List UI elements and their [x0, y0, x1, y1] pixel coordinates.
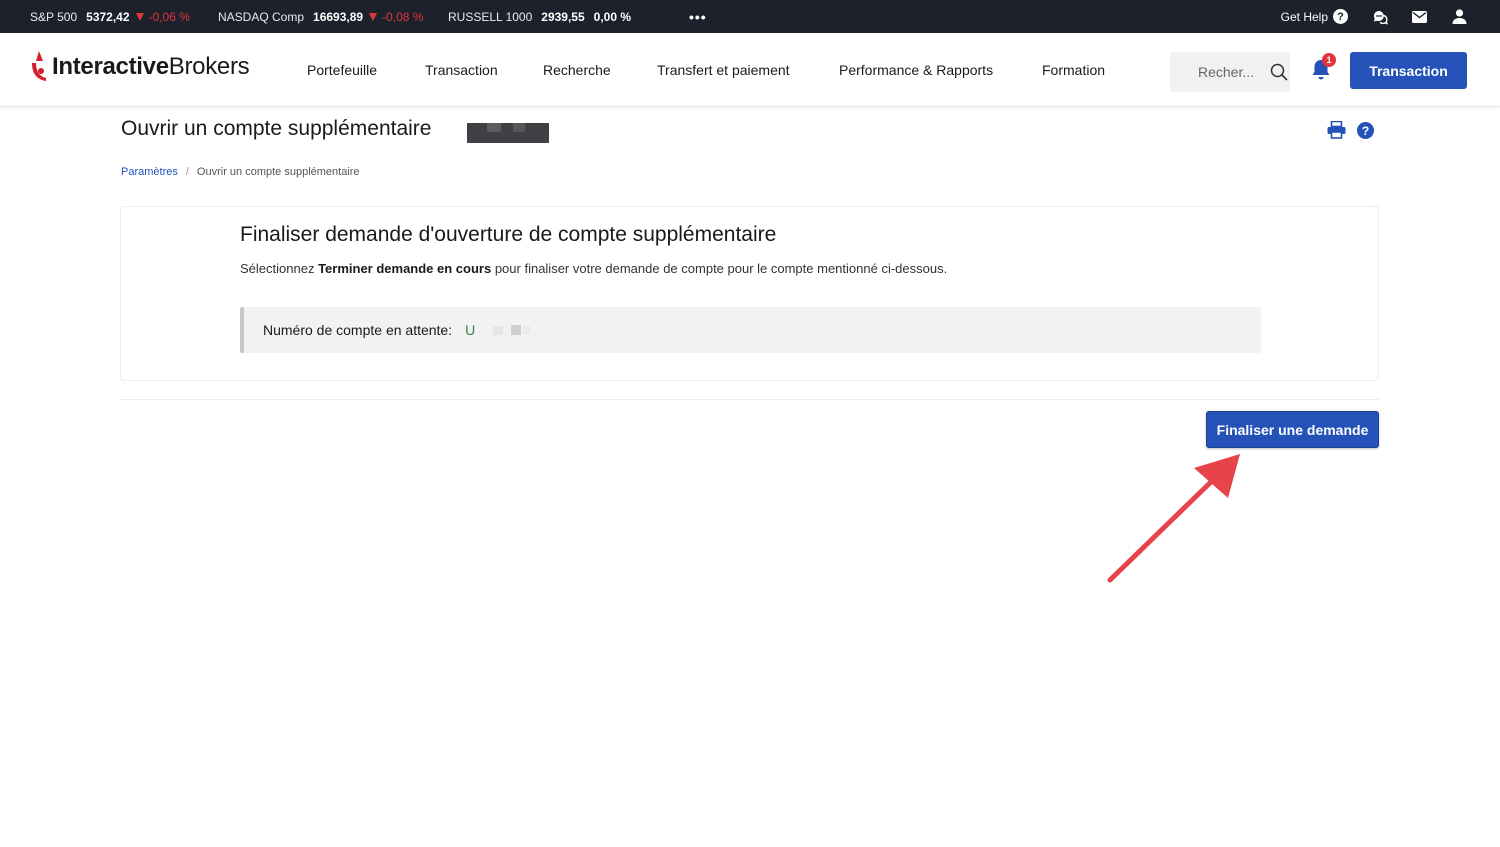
nav-transfert-paiement[interactable]: Transfert et paiement: [657, 33, 790, 107]
search-input[interactable]: [1198, 64, 1270, 80]
question-icon: ?: [1333, 9, 1348, 24]
ticker-change: -0,08 %: [369, 10, 423, 24]
get-help-link[interactable]: Get Help ?: [1281, 0, 1348, 33]
card-description: Sélectionnez Terminer demande en cours p…: [240, 261, 948, 276]
nav-recherche[interactable]: Recherche: [543, 33, 611, 107]
nav-performance-rapports[interactable]: Performance & Rapports: [839, 33, 993, 107]
ticker-name: NASDAQ Comp: [218, 9, 305, 24]
mail-icon[interactable]: [1412, 0, 1427, 33]
user-icon[interactable]: [1452, 0, 1467, 33]
search-icon[interactable]: [1270, 63, 1288, 81]
finalize-request-card: Finaliser demande d'ouverture de compte …: [120, 206, 1379, 381]
notification-badge: 1: [1322, 53, 1336, 67]
ticker-name: RUSSELL 1000: [448, 9, 533, 24]
redacted-digits: [493, 325, 504, 335]
logo-text: InteractiveBrokers: [52, 53, 250, 80]
ticker-change: 0,00 %: [593, 9, 632, 24]
ticker-change: -0,06 %: [135, 10, 190, 24]
main-header: InteractiveBrokers Portefeuille Transact…: [0, 33, 1500, 107]
ticker-item-sp500[interactable]: S&P 500 5372,42 -0,06 %: [30, 0, 190, 33]
ticker-value: 5372,42: [86, 9, 130, 24]
help-icon[interactable]: ?: [1357, 122, 1374, 139]
nav-transaction[interactable]: Transaction: [425, 33, 498, 107]
redacted-account-id: [467, 123, 549, 143]
section-divider: [120, 399, 1379, 400]
chat-icon[interactable]: [1372, 0, 1388, 33]
annotation-arrow-icon: [1107, 454, 1240, 583]
nav-formation[interactable]: Formation: [1042, 33, 1105, 107]
interactive-brokers-logo[interactable]: InteractiveBrokers: [30, 51, 250, 83]
header-transaction-button[interactable]: Transaction: [1350, 52, 1467, 89]
ticker-item-russell[interactable]: RUSSELL 1000 2939,55 0,00 %: [448, 0, 631, 33]
finalize-request-button[interactable]: Finaliser une demande: [1206, 411, 1379, 448]
breadcrumb-current: Ouvrir un compte supplémentaire: [196, 166, 360, 178]
ticker-item-nasdaq[interactable]: NASDAQ Comp 16693,89 -0,08 %: [218, 0, 423, 33]
market-ticker-bar: S&P 500 5372,42 -0,06 % NASDAQ Comp 1669…: [0, 0, 1500, 33]
search-box[interactable]: [1170, 52, 1290, 92]
page-title: Ouvrir un compte supplémentaire: [121, 117, 432, 140]
card-title: Finaliser demande d'ouverture de compte …: [240, 223, 777, 246]
ib-logo-icon: [32, 51, 46, 81]
down-triangle-icon: [369, 12, 378, 21]
ticker-value: 2939,55: [541, 9, 585, 24]
ticker-value: 16693,89: [313, 9, 364, 24]
breadcrumb-parametres[interactable]: Paramètres: [121, 166, 178, 178]
ticker-name: S&P 500: [30, 9, 78, 24]
breadcrumb: Paramètres / Ouvrir un compte supplément…: [121, 166, 360, 178]
breadcrumb-separator: /: [185, 166, 189, 178]
pending-account-label: Numéro de compte en attente:: [263, 322, 453, 338]
get-help-label: Get Help: [1280, 9, 1328, 24]
pending-account-number: U: [465, 322, 476, 338]
print-icon[interactable]: [1327, 121, 1346, 139]
more-options-icon[interactable]: •••: [689, 9, 707, 25]
nav-portefeuille[interactable]: Portefeuille: [307, 33, 377, 107]
down-triangle-icon: [135, 12, 144, 21]
pending-account-box: Numéro de compte en attente: U: [240, 307, 1261, 353]
